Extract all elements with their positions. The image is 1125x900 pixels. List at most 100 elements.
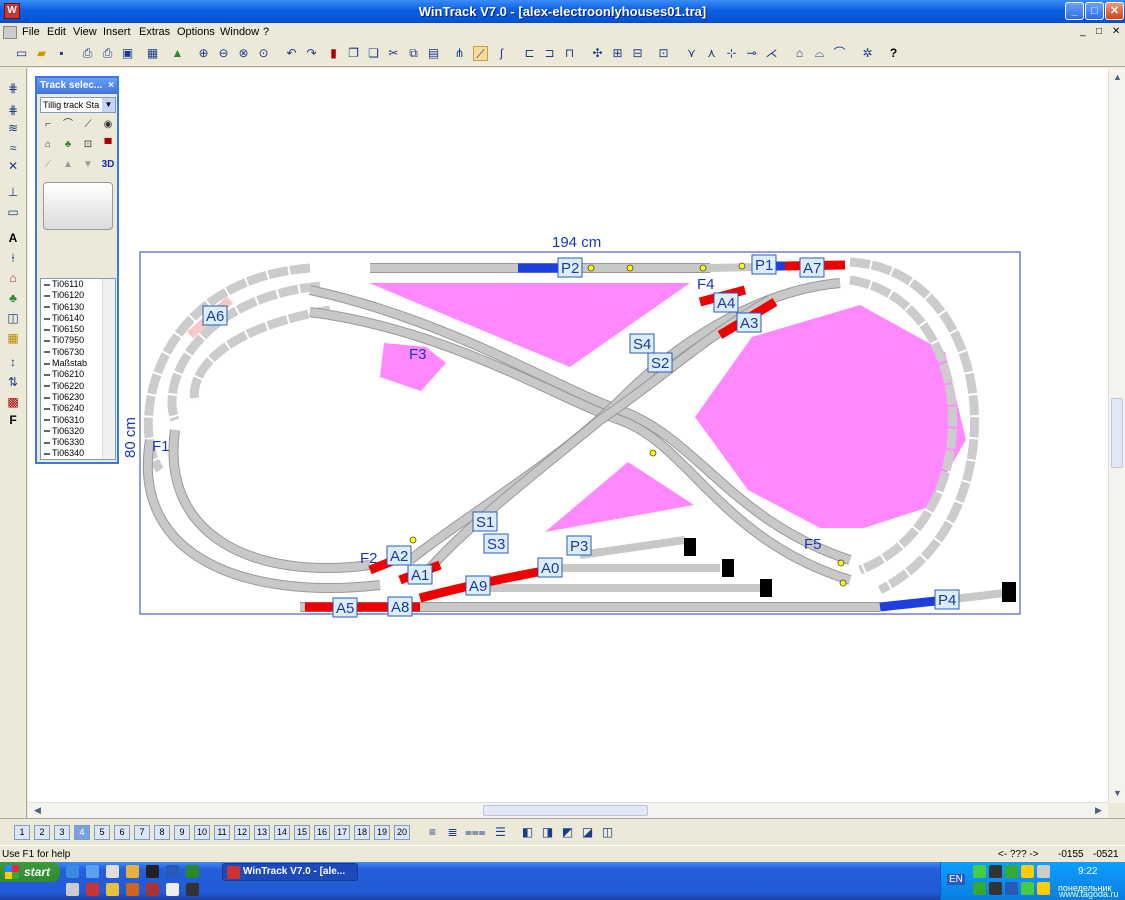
- signal-marker: [409, 536, 417, 544]
- hand-icon[interactable]: [126, 865, 139, 878]
- scroll-left-icon[interactable]: ◀: [30, 803, 45, 818]
- layer-button[interactable]: 6: [114, 825, 130, 840]
- layer-button[interactable]: 16: [314, 825, 330, 840]
- layer-stack-icon[interactable]: ≡: [425, 825, 440, 840]
- tray-icon[interactable]: [973, 865, 986, 878]
- language-indicator[interactable]: EN: [947, 874, 965, 885]
- layer-button[interactable]: 20: [394, 825, 410, 840]
- buffer-stop: [1002, 582, 1016, 602]
- tag-p2: P2: [557, 257, 583, 278]
- arrow-up-icon[interactable]: ▲: [61, 158, 75, 172]
- layer-button[interactable]: 7: [134, 825, 150, 840]
- view-1-icon[interactable]: ◧: [520, 825, 535, 840]
- app-icon-5[interactable]: [126, 883, 139, 896]
- app-icon-8[interactable]: [186, 883, 199, 896]
- volume-icon[interactable]: [1037, 865, 1050, 878]
- svg-text:P3: P3: [570, 538, 588, 555]
- layer-color-icon[interactable]: ≣: [445, 825, 460, 840]
- layer-button[interactable]: 17: [334, 825, 350, 840]
- chevron-down-icon[interactable]: ▼: [102, 98, 115, 112]
- layer-visibility-icon[interactable]: ⩶: [465, 825, 486, 840]
- tray-icon[interactable]: [989, 882, 1002, 895]
- app-icon-7[interactable]: [166, 883, 179, 896]
- layer-button[interactable]: 5: [94, 825, 110, 840]
- game-icon[interactable]: [146, 865, 159, 878]
- tray-icon[interactable]: [1021, 882, 1034, 895]
- layer-button[interactable]: 8: [154, 825, 170, 840]
- watermark: www.tagoda.ru: [1059, 889, 1119, 899]
- track-segment: [579, 536, 686, 559]
- layer-button[interactable]: 14: [274, 825, 290, 840]
- building-icon[interactable]: ⌂: [41, 138, 55, 152]
- layer-button[interactable]: 12: [234, 825, 250, 840]
- view-2-icon[interactable]: ◨: [540, 825, 555, 840]
- layer-button[interactable]: 9: [174, 825, 190, 840]
- straight-track-icon[interactable]: ⌐: [41, 118, 55, 132]
- track-list[interactable]: Ti06110 Ti06120 Ti06130 Ti06140 Ti06150 …: [40, 278, 116, 460]
- layer-button[interactable]: 11: [214, 825, 230, 840]
- view-3-icon[interactable]: ◩: [560, 825, 575, 840]
- vehicle-icon[interactable]: ▀: [101, 138, 115, 152]
- file-icon[interactable]: [106, 865, 119, 878]
- svg-text:A3: A3: [740, 315, 758, 332]
- start-button[interactable]: start: [0, 862, 60, 882]
- view-5-icon[interactable]: ◫: [600, 825, 615, 840]
- tray-icon[interactable]: [1005, 865, 1018, 878]
- layer-button-active[interactable]: 4: [74, 825, 90, 840]
- layer-settings-icon[interactable]: ☰: [493, 825, 508, 840]
- tray-icon[interactable]: [973, 882, 986, 895]
- svg-text:A9: A9: [469, 578, 487, 595]
- layer-button[interactable]: 13: [254, 825, 270, 840]
- tray-icon[interactable]: [1005, 882, 1018, 895]
- turntable-icon[interactable]: ◉: [101, 118, 115, 132]
- signal-marker: [837, 559, 845, 567]
- layer-button[interactable]: 18: [354, 825, 370, 840]
- view-4-icon[interactable]: ◪: [580, 825, 595, 840]
- svg-text:A0: A0: [541, 560, 559, 577]
- layer-button[interactable]: 1: [14, 825, 30, 840]
- scroll-right-icon[interactable]: ▶: [1091, 803, 1106, 818]
- app-icon-2[interactable]: [66, 883, 79, 896]
- list-scrollbar[interactable]: [102, 279, 115, 459]
- 3d-view-button[interactable]: 3D: [99, 158, 117, 172]
- tray-icon[interactable]: [1021, 865, 1034, 878]
- sort-icon[interactable]: ⟋: [41, 158, 55, 172]
- tag-a4: A4: [713, 292, 739, 313]
- layer-button[interactable]: 19: [374, 825, 390, 840]
- clock-time[interactable]: 9:22: [1078, 866, 1097, 877]
- taskbar-button-wintrack[interactable]: WinTrack V7.0 - [ale...: [222, 863, 358, 881]
- scroll-thumb[interactable]: [1111, 398, 1123, 468]
- word-icon[interactable]: [166, 865, 179, 878]
- layer-button[interactable]: 3: [54, 825, 70, 840]
- scroll-thumb[interactable]: [483, 805, 648, 816]
- browser-icon[interactable]: [86, 865, 99, 878]
- tray-icon[interactable]: [989, 865, 1002, 878]
- horizontal-scrollbar[interactable]: ◀ ▶: [28, 802, 1108, 818]
- switch-track-icon[interactable]: ⟋: [81, 118, 95, 132]
- signal-item-icon[interactable]: ⊡: [81, 138, 95, 152]
- scroll-down-icon[interactable]: ▼: [1110, 786, 1125, 801]
- track-preview: [43, 182, 113, 230]
- arrow-down-icon[interactable]: ▼: [81, 158, 95, 172]
- tray-icon[interactable]: [1037, 882, 1050, 895]
- app-window: W WinTrack V7.0 - [alex-electroonlyhouse…: [0, 0, 1125, 900]
- layer-button[interactable]: 2: [34, 825, 50, 840]
- app-icon-3[interactable]: [86, 883, 99, 896]
- app-icon-6[interactable]: [146, 883, 159, 896]
- track-segment: [168, 429, 371, 573]
- scenery-icon[interactable]: ♣: [61, 138, 75, 152]
- curve-track-icon[interactable]: ⌒: [61, 118, 75, 132]
- layer-button[interactable]: 15: [294, 825, 310, 840]
- tag-s1: S1: [472, 511, 498, 532]
- panel-close-icon[interactable]: ×: [108, 78, 114, 94]
- vertical-scrollbar[interactable]: ▲ ▼: [1108, 68, 1125, 803]
- excel-icon[interactable]: [186, 865, 199, 878]
- svg-text:A8: A8: [391, 599, 409, 616]
- svg-text:A1: A1: [411, 567, 429, 584]
- scroll-up-icon[interactable]: ▲: [1110, 70, 1125, 85]
- panel-title[interactable]: Track selec... ×: [37, 78, 117, 94]
- track-system-select[interactable]: Tillig track Sta ▼: [40, 97, 116, 113]
- app-icon-4[interactable]: [106, 883, 119, 896]
- layer-button[interactable]: 10: [194, 825, 210, 840]
- ie-icon[interactable]: [66, 865, 79, 878]
